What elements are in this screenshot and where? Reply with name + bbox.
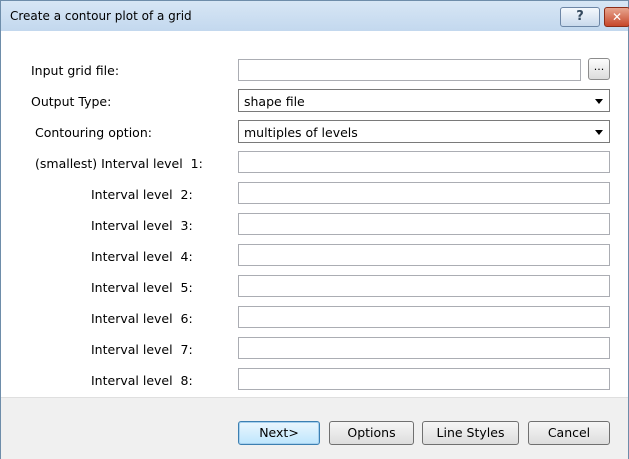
chevron-down-icon — [595, 99, 603, 104]
interval-level-2-label: Interval level 2: — [91, 187, 193, 202]
output-type-label: Output Type: — [31, 94, 112, 109]
interval-level-2-field[interactable] — [238, 182, 610, 204]
interval-level-6-field[interactable] — [238, 306, 610, 328]
button-bar: Next> Options Line Styles Cancel — [1, 397, 628, 459]
interval-level-6-label: Interval level 6: — [91, 311, 193, 326]
next-button[interactable]: Next> — [238, 421, 320, 445]
interval-level-3-field[interactable] — [238, 213, 610, 235]
browse-button[interactable]: ... — [588, 58, 610, 80]
interval-level-1-label: (smallest) Interval level 1: — [35, 156, 203, 171]
output-type-select[interactable]: shape file — [238, 89, 610, 112]
interval-level-1-field[interactable] — [238, 151, 610, 173]
help-icon: ? — [576, 9, 584, 24]
interval-level-8-field[interactable] — [238, 368, 610, 390]
interval-level-7-label: Interval level 7: — [91, 342, 193, 357]
interval-level-7-field[interactable] — [238, 337, 610, 359]
interval-level-8-label: Interval level 8: — [91, 373, 193, 388]
contouring-option-label: Contouring option: — [35, 125, 152, 140]
contouring-option-value: multiples of levels — [244, 125, 358, 140]
interval-level-4-field[interactable] — [238, 244, 610, 266]
output-type-value: shape file — [244, 94, 305, 109]
close-button[interactable]: ✕ — [604, 7, 629, 27]
interval-level-4-label: Interval level 4: — [91, 249, 193, 264]
close-icon: ✕ — [611, 10, 623, 24]
contouring-option-select[interactable]: multiples of levels — [238, 120, 610, 143]
input-grid-field[interactable] — [238, 59, 581, 81]
cancel-button[interactable]: Cancel — [528, 421, 610, 445]
contour-dialog: Create a contour plot of a grid ? ✕ Inpu… — [0, 0, 629, 459]
chevron-down-icon — [595, 130, 603, 135]
options-button[interactable]: Options — [329, 421, 414, 445]
interval-level-3-label: Interval level 3: — [91, 218, 193, 233]
help-button[interactable]: ? — [560, 7, 600, 27]
line-styles-button[interactable]: Line Styles — [422, 421, 519, 445]
interval-level-5-label: Interval level 5: — [91, 280, 193, 295]
dialog-title: Create a contour plot of a grid — [10, 9, 192, 23]
interval-level-5-field[interactable] — [238, 275, 610, 297]
title-bar: Create a contour plot of a grid ? ✕ — [1, 1, 629, 31]
form-area: Input grid file: ... Output Type: shape … — [1, 31, 628, 397]
input-grid-label: Input grid file: — [31, 63, 120, 78]
